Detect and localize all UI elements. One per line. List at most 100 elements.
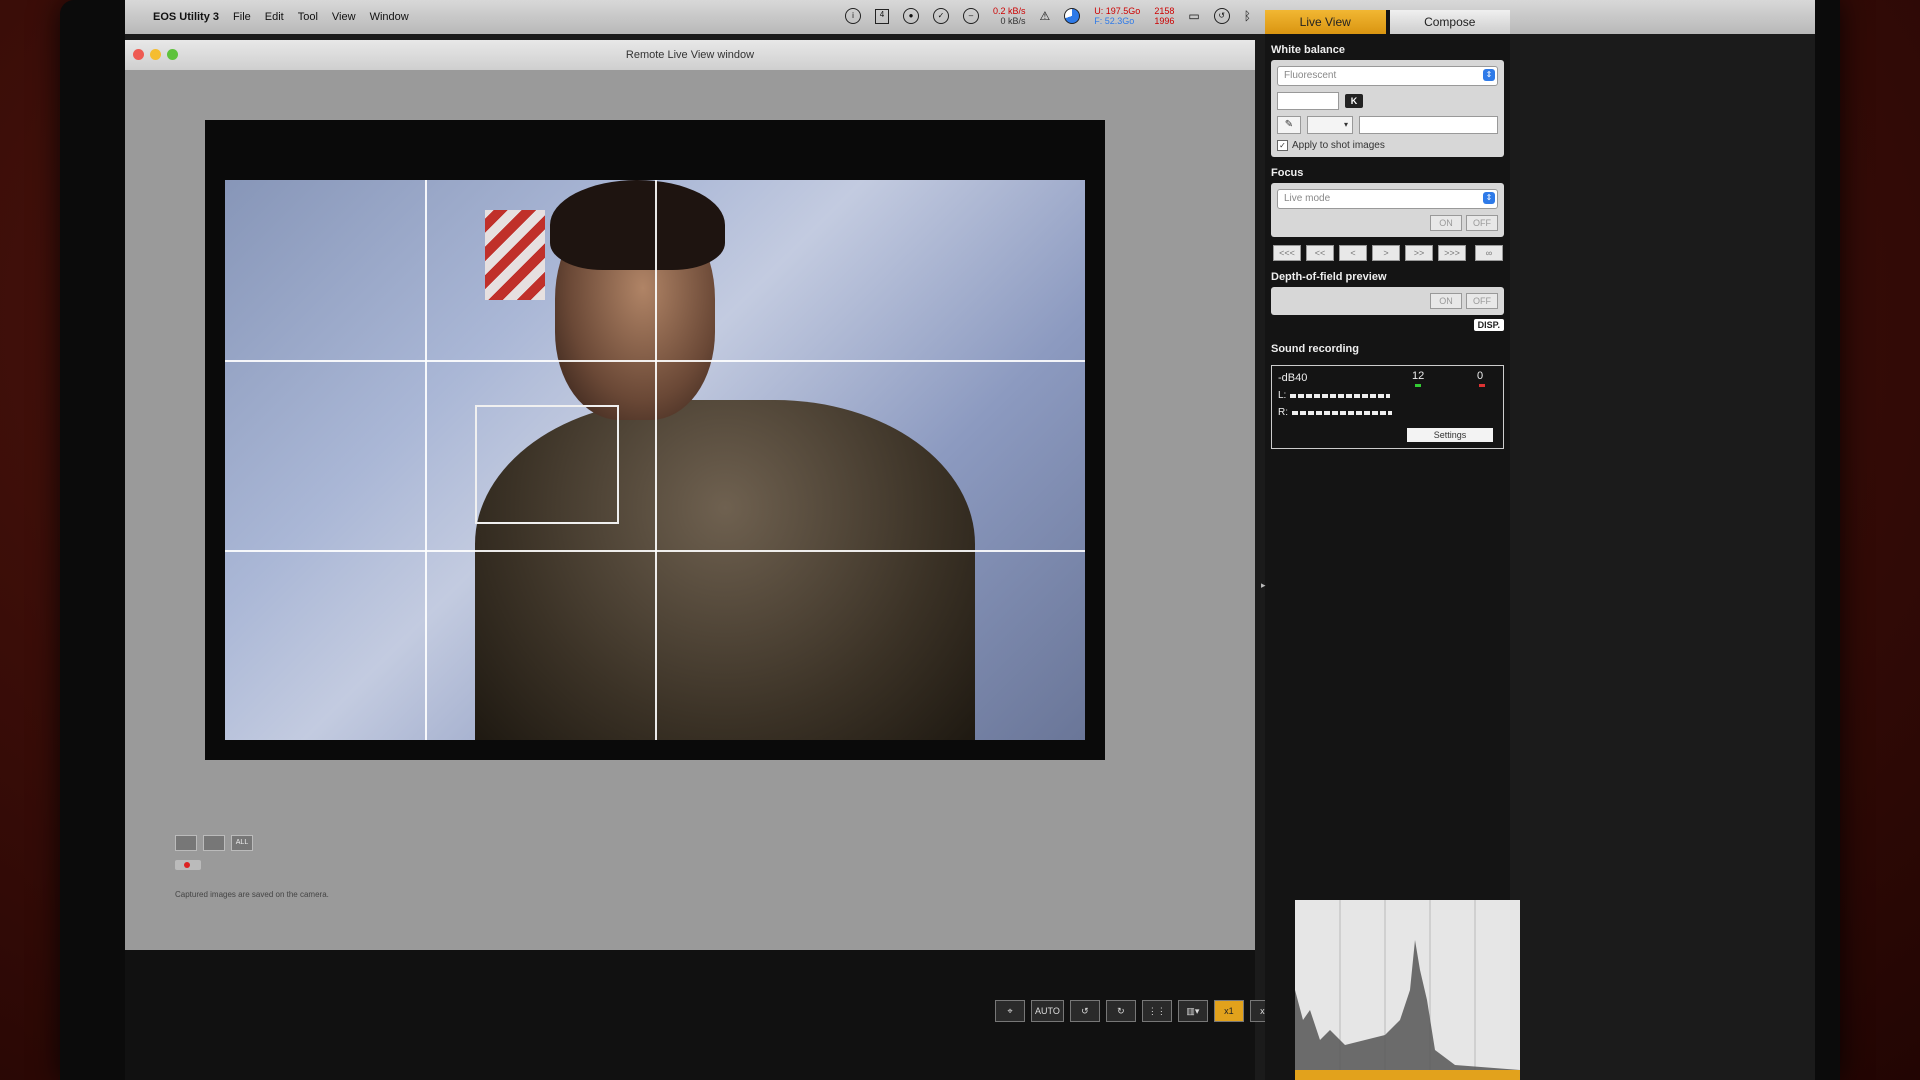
grid-line-v1 <box>425 180 427 740</box>
focus-mode-select[interactable]: Live mode ⇕ <box>1277 189 1498 209</box>
grid-tool-button[interactable] <box>203 835 225 851</box>
focus-mode-value: Live mode <box>1284 193 1331 204</box>
grid-line-h1 <box>225 360 1085 362</box>
status-items: i 4 ● ✓ – 0.2 kB/s 0 kB/s ⚠ U: 197.5Go F… <box>845 6 1304 26</box>
overlay-tools: ALL <box>175 835 253 851</box>
auto-focus-button[interactable]: AUTO <box>1031 1000 1064 1022</box>
menu-view[interactable]: View <box>332 11 356 23</box>
focus-far-1-button[interactable]: < <box>1339 245 1367 261</box>
apply-label: Apply to shot images <box>1292 140 1385 151</box>
click-wb-row: ✎ ▾ <box>1277 116 1498 134</box>
rotate-left-icon[interactable]: ↺ <box>1069 1000 1100 1022</box>
panel-bottom-button[interactable] <box>1295 1070 1520 1080</box>
pie-chart-icon[interactable] <box>1064 8 1081 24</box>
apply-checkbox[interactable]: ✓ <box>1277 140 1288 151</box>
grid-overlay-icon[interactable]: ⋮⋮ <box>1141 1000 1172 1022</box>
meter-left-bars <box>1290 393 1391 398</box>
white-balance-value: Fluorescent <box>1284 70 1337 81</box>
tab-live-view[interactable]: Live View <box>1265 10 1386 34</box>
focus-title: Focus <box>1271 167 1304 179</box>
live-view-panel: Live View Compose White balance Fluoresc… <box>1261 10 1520 1080</box>
grid-line-h2 <box>225 550 1085 552</box>
app-menu[interactable]: EOS Utility 3 <box>153 11 219 23</box>
close-window-button[interactable] <box>133 49 144 60</box>
live-view-area: ALL Captured images are saved on the cam… <box>125 70 1255 950</box>
bluetooth-icon[interactable]: ᛒ <box>1244 9 1251 23</box>
crosshair-icon[interactable]: ⌖ <box>995 1000 1025 1022</box>
background-flag <box>485 210 545 300</box>
live-view-image[interactable] <box>225 180 1085 740</box>
focus-near-1-button[interactable]: > <box>1372 245 1400 261</box>
histogram <box>1295 900 1520 1070</box>
menu-window[interactable]: Window <box>370 11 409 23</box>
expand-arrow-icon[interactable]: ▸ <box>1261 580 1266 591</box>
focus-frame[interactable] <box>475 405 619 524</box>
record-button[interactable] <box>175 860 201 870</box>
wb-shift-select[interactable]: ▾ <box>1307 116 1353 134</box>
kelvin-badge: K <box>1345 94 1363 108</box>
apply-shot-images[interactable]: ✓ Apply to shot images <box>1277 140 1498 151</box>
white-balance-select[interactable]: Fluorescent ⇕ <box>1277 66 1498 86</box>
menu-tool[interactable]: Tool <box>298 11 318 23</box>
focus-on-button[interactable]: ON <box>1430 215 1462 231</box>
dof-box: ON OFF <box>1271 287 1504 315</box>
no-entry-icon[interactable]: – <box>963 8 979 24</box>
tab-compose[interactable]: Compose <box>1389 10 1510 34</box>
dof-on-button[interactable]: ON <box>1430 293 1462 309</box>
focus-near-3-button[interactable]: >>> <box>1438 245 1466 261</box>
menu-file[interactable]: File <box>233 11 251 23</box>
all-tool-button[interactable]: ALL <box>231 835 253 851</box>
kelvin-field[interactable] <box>1277 92 1339 110</box>
select-arrow-icon: ⇕ <box>1483 192 1495 204</box>
db-scale-label: -dB40 <box>1278 372 1308 384</box>
infinity-icon: ∞ <box>1475 245 1503 261</box>
eyedropper-icon[interactable]: ✎ <box>1277 116 1301 134</box>
level-0-marker <box>1479 384 1485 387</box>
focus-onoff: ON OFF <box>1277 215 1498 231</box>
airplay-icon[interactable]: ▭ <box>1188 9 1199 23</box>
menu-edit[interactable]: Edit <box>265 11 284 23</box>
select-arrow-icon: ⇕ <box>1483 69 1495 81</box>
focus-box: Live mode ⇕ ON OFF <box>1271 183 1504 237</box>
focus-stepper: <<< << < > >> >>> ∞ <box>1273 245 1510 261</box>
meter-left-label: L: <box>1278 390 1287 401</box>
zoom-window-button[interactable] <box>167 49 178 60</box>
disk-free-count: 1996 <box>1154 16 1175 26</box>
meter-left: L: <box>1278 390 1497 401</box>
disk-free: F: 52.3Go <box>1094 16 1135 26</box>
time-machine-icon[interactable]: ↺ <box>1213 8 1230 24</box>
meter-right-bars <box>1292 410 1392 415</box>
dof-off-button[interactable]: OFF <box>1466 293 1498 309</box>
zoom-x1-button[interactable]: x1 <box>1213 1000 1244 1022</box>
sound-settings-button[interactable]: Settings <box>1407 428 1493 442</box>
minimize-window-button[interactable] <box>150 49 161 60</box>
aspect-tool-button[interactable] <box>175 835 197 851</box>
focus-far-3-button[interactable]: <<< <box>1273 245 1301 261</box>
subject-hair <box>550 180 725 270</box>
net-down: 0 kB/s <box>1000 16 1026 26</box>
dof-title: Depth-of-field preview <box>1271 271 1387 283</box>
layout-icon[interactable]: ▥▾ <box>1177 1000 1208 1022</box>
disp-button[interactable]: DISP. <box>1473 319 1504 331</box>
calendar-icon[interactable]: 4 <box>875 8 889 24</box>
focus-off-button[interactable]: OFF <box>1466 215 1498 231</box>
rotate-right-icon[interactable]: ↻ <box>1105 1000 1136 1022</box>
net-up: 0.2 kB/s <box>993 6 1026 16</box>
sound-meter-box: -dB40 12 0 L: R: Settings <box>1271 365 1504 449</box>
level-12-marker <box>1415 384 1421 387</box>
kelvin-row: K <box>1277 92 1498 110</box>
focus-far-2-button[interactable]: << <box>1306 245 1334 261</box>
camera-icon[interactable]: ● <box>903 8 919 24</box>
info-icon[interactable]: i <box>845 8 861 24</box>
disk-used-count: 2158 <box>1154 6 1175 16</box>
window-title: Remote Live View window <box>625 49 755 61</box>
focus-near-2-button[interactable]: >> <box>1405 245 1433 261</box>
white-balance-box: Fluorescent ⇕ K ✎ ▾ ✓ Apply to shot imag… <box>1271 60 1504 157</box>
network-stats: 0.2 kB/s 0 kB/s <box>993 6 1026 26</box>
level-12-label: 12 <box>1412 370 1425 382</box>
shield-icon[interactable]: ✓ <box>933 8 949 24</box>
warning-icon[interactable]: ⚠ <box>1040 9 1051 23</box>
wb-value-field[interactable] <box>1359 116 1498 134</box>
meter-right-label: R: <box>1278 407 1288 418</box>
grid-line-v2 <box>655 180 657 740</box>
